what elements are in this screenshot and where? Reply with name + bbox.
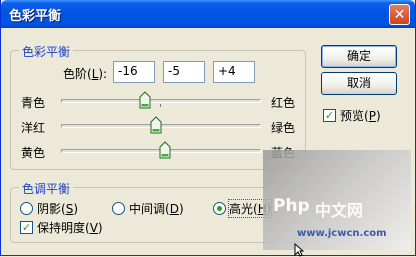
shadows-radio[interactable] bbox=[20, 202, 33, 215]
site-watermark: Php 中文网 www.jcwcn.com bbox=[263, 150, 411, 250]
preview-label-key: P bbox=[368, 109, 376, 123]
preserve-luminosity-label[interactable]: 保持明度(V) bbox=[37, 219, 103, 236]
shadows-label-text: 阴影( bbox=[37, 202, 66, 216]
preview-label[interactable]: 预览(P) bbox=[340, 107, 381, 124]
color-balance-dialog: 色彩平衡 ✕ 色彩平衡 色阶(L): -16 -5 +4 青色 红色 洋红 绿色… bbox=[0, 0, 416, 257]
midtones-radio[interactable] bbox=[112, 202, 125, 215]
highlights-radio[interactable] bbox=[213, 202, 226, 215]
midtones-label-key: D bbox=[169, 202, 179, 216]
tone-balance-legend: 色调平衡 bbox=[19, 180, 74, 197]
level-cyan-red-input[interactable]: -16 bbox=[113, 61, 155, 83]
midtones-label[interactable]: 中间调(D) bbox=[129, 200, 184, 217]
preview-label-end: ) bbox=[375, 109, 381, 123]
slider-center-tick bbox=[160, 104, 161, 107]
preserve-luminosity-checkbox[interactable]: ✓ bbox=[20, 221, 33, 234]
levels-label-text: 色阶( bbox=[63, 67, 92, 81]
preserve-label-key: V bbox=[89, 221, 98, 235]
preview-checkbox[interactable]: ✓ bbox=[323, 109, 336, 122]
midtones-label-end: ) bbox=[178, 202, 184, 216]
slider-track-cyan-red[interactable] bbox=[61, 99, 261, 103]
levels-label-end: ): bbox=[98, 67, 108, 81]
preserve-label-text: 保持明度( bbox=[37, 221, 90, 235]
watermark-brand: Php bbox=[273, 196, 310, 216]
watermark-cn: 中文网 bbox=[315, 201, 364, 220]
level-yellow-blue-input[interactable]: +4 bbox=[213, 61, 255, 83]
level-magenta-green-input[interactable]: -5 bbox=[163, 61, 205, 83]
preserve-label-end: ) bbox=[97, 221, 103, 235]
shadows-label-end: ) bbox=[73, 202, 78, 216]
slider-left-label-magenta: 洋红 bbox=[21, 121, 46, 135]
slider-thumb-magenta-green[interactable] bbox=[150, 116, 162, 134]
window-title: 色彩平衡 bbox=[9, 9, 62, 24]
levels-label: 色阶(L): bbox=[63, 65, 107, 82]
cancel-button[interactable]: 取消 bbox=[321, 72, 397, 95]
color-balance-legend: 色彩平衡 bbox=[19, 43, 74, 60]
title-bar[interactable]: 色彩平衡 ✕ bbox=[1, 0, 415, 28]
shadows-label[interactable]: 阴影(S) bbox=[37, 200, 78, 217]
watermark-url: www.jcwcn.com bbox=[297, 228, 387, 239]
mouse-cursor-icon bbox=[294, 243, 304, 257]
slider-thumb-cyan-red[interactable] bbox=[139, 91, 151, 109]
midtones-label-text: 中间调( bbox=[129, 202, 170, 216]
slider-thumb-yellow-blue[interactable] bbox=[159, 141, 171, 159]
slider-right-label-green: 绿色 bbox=[271, 121, 296, 135]
slider-right-label-red: 红色 bbox=[271, 96, 296, 110]
close-icon[interactable]: ✕ bbox=[389, 4, 410, 25]
ok-button[interactable]: 确定 bbox=[321, 45, 397, 68]
preview-label-text: 预览( bbox=[340, 109, 369, 123]
slider-left-label-cyan: 青色 bbox=[21, 96, 46, 110]
highlights-label-text: 高光( bbox=[229, 202, 258, 216]
slider-left-label-yellow: 黄色 bbox=[21, 146, 46, 160]
